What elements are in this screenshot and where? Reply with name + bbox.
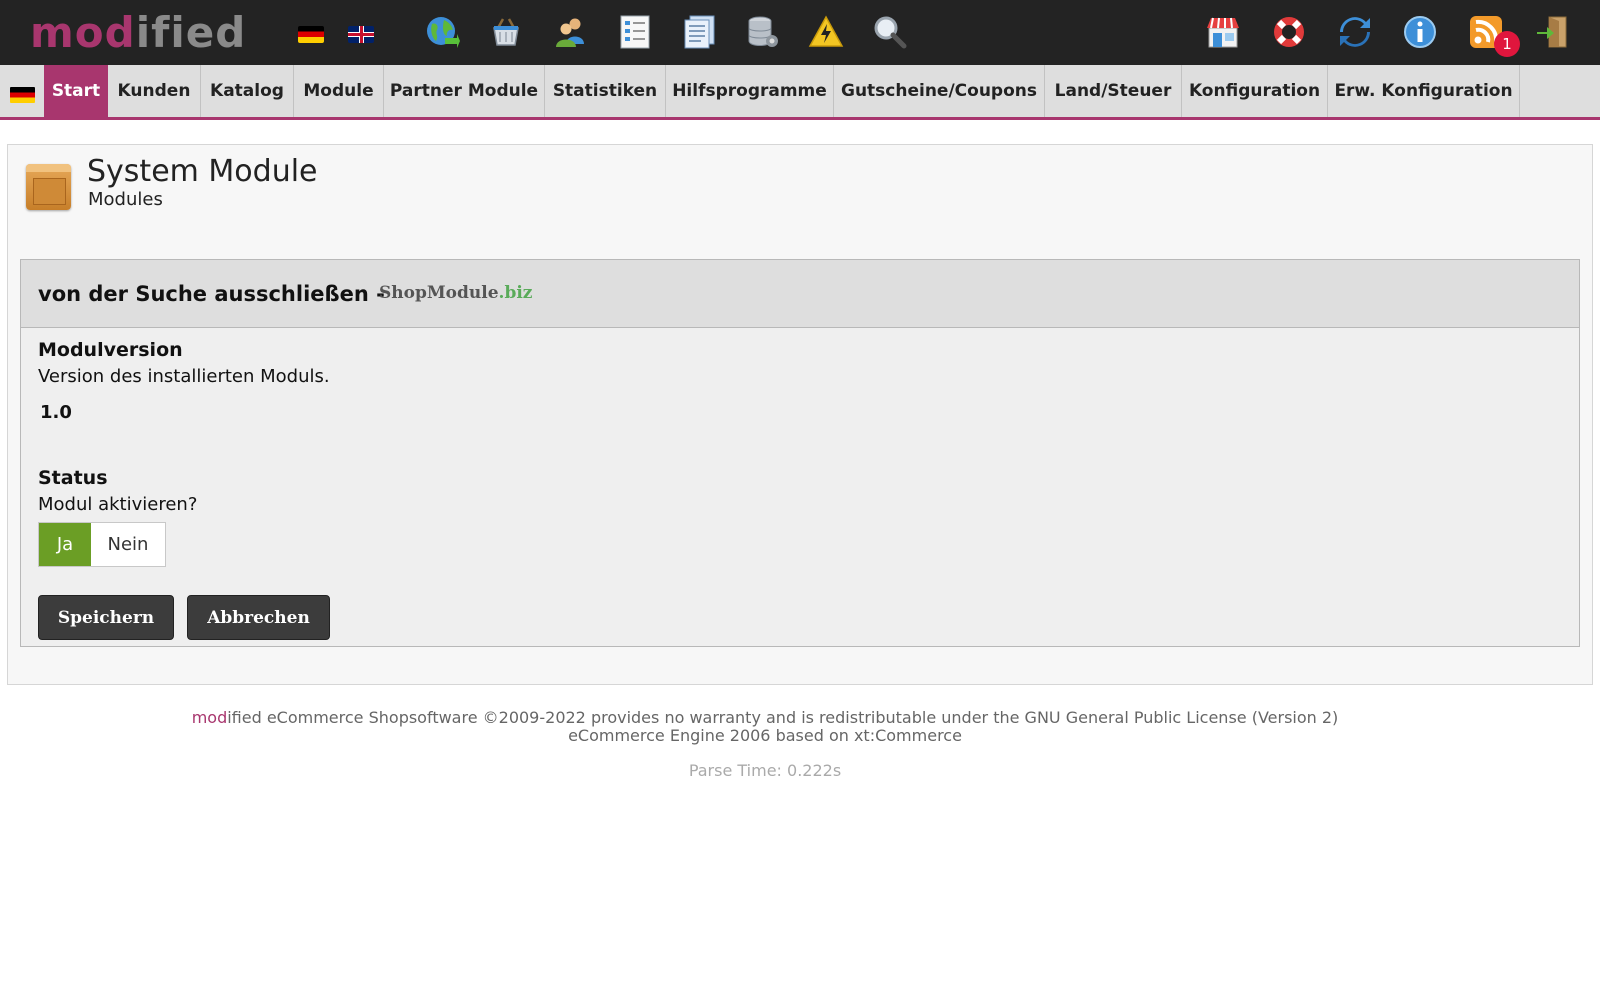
nav-kunden[interactable]: Kunden — [108, 65, 201, 117]
logout-icon[interactable] — [1535, 14, 1571, 50]
notes-icon[interactable] — [681, 14, 717, 50]
nav-gutscheine-coupons[interactable]: Gutscheine/Coupons — [834, 65, 1045, 117]
version-value: 1.0 — [40, 402, 72, 423]
status-label: Status — [38, 467, 108, 489]
version-label: Modulversion — [38, 339, 183, 361]
info-icon[interactable] — [1402, 14, 1438, 50]
logo-text-ified: ified — [135, 7, 247, 57]
save-button[interactable]: Speichern — [38, 595, 174, 640]
nav-hilfsprogramme[interactable]: Hilfsprogramme — [666, 65, 834, 117]
nav-land-steuer[interactable]: Land/Steuer — [1045, 65, 1182, 117]
search-icon[interactable] — [872, 14, 908, 50]
nav-katalog[interactable]: Katalog — [201, 65, 294, 117]
page-title: System Module — [87, 154, 318, 189]
footer-license-text: ified eCommerce Shopsoftware ©2009-2022 … — [227, 708, 1339, 727]
page-subtitle: Modules — [88, 189, 163, 210]
nav-module[interactable]: Module — [294, 65, 384, 117]
nav-partner-module[interactable]: Partner Module — [384, 65, 545, 117]
footer-license: modified eCommerce Shopsoftware ©2009-20… — [0, 708, 1530, 727]
status-no-option[interactable]: Nein — [91, 523, 165, 566]
database-icon[interactable] — [745, 14, 781, 50]
basket-icon[interactable] — [488, 14, 524, 50]
brand-suffix: .biz — [498, 283, 533, 303]
module-heading: von der Suche ausschließen - — [38, 282, 385, 306]
module-brand: ShopModule.biz — [379, 283, 532, 303]
language-flag-icon[interactable] — [10, 87, 35, 103]
logo-text-mod: mod — [30, 7, 136, 57]
status-toggle: Ja Nein — [38, 522, 166, 567]
status-yes-option[interactable]: Ja — [39, 523, 91, 566]
cancel-button[interactable]: Abbrechen — [187, 595, 330, 640]
support-icon[interactable] — [1271, 14, 1307, 50]
module-heading-bar: von der Suche ausschließen - ShopModule.… — [21, 260, 1579, 328]
notification-badge[interactable]: 1 — [1494, 31, 1520, 57]
module-box-icon — [26, 164, 71, 210]
nav-start[interactable]: Start — [44, 65, 108, 117]
top-bar: mod ified 1 — [0, 0, 1600, 65]
globe-icon[interactable] — [424, 14, 460, 50]
list-icon[interactable] — [617, 14, 653, 50]
english-flag-icon[interactable] — [348, 26, 374, 43]
main-nav: Start Kunden Katalog Module Partner Modu… — [0, 65, 1600, 120]
nav-statistiken[interactable]: Statistiken — [545, 65, 666, 117]
footer-engine: eCommerce Engine 2006 based on xt:Commer… — [568, 726, 962, 745]
parse-time: Parse Time: 0.222s — [688, 761, 842, 780]
refresh-icon[interactable] — [1337, 14, 1373, 50]
logo[interactable]: mod ified — [30, 7, 247, 57]
version-description: Version des installierten Moduls. — [38, 366, 330, 387]
module-edit-form: von der Suche ausschließen - ShopModule.… — [20, 259, 1580, 647]
status-description: Modul aktivieren? — [38, 494, 198, 515]
customers-icon[interactable] — [553, 14, 589, 50]
shop-icon[interactable] — [1205, 14, 1241, 50]
footer-brand[interactable]: mod — [192, 708, 228, 727]
nav-erw-konfiguration[interactable]: Erw. Konfiguration — [1328, 65, 1520, 117]
warning-icon[interactable] — [808, 14, 844, 50]
nav-konfiguration[interactable]: Konfiguration — [1182, 65, 1328, 117]
brand-main: ShopModule — [379, 283, 499, 303]
german-flag-icon[interactable] — [298, 26, 324, 43]
